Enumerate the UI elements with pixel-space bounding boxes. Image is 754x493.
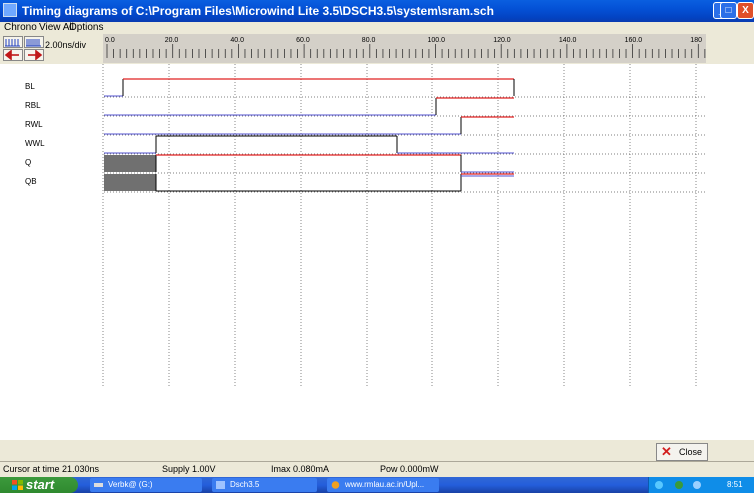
status-imax: Imax 0.080mA	[271, 464, 330, 474]
taskbar-item-browser[interactable]: www.rmlau.ac.in/Upl...	[327, 478, 439, 492]
start-button[interactable]: start	[0, 477, 78, 493]
ruler-tick-label: 140.0	[559, 37, 577, 44]
taskbar-item-drive[interactable]: Verbk@ (G:)	[90, 478, 202, 492]
time-scale-label: 2.00ns/div	[45, 40, 87, 50]
scroll-right-icon[interactable]	[24, 49, 44, 61]
status-supply: Supply 1.00V	[162, 464, 216, 474]
timing-diagram[interactable]	[0, 64, 754, 440]
system-tray: 8:51 PM	[648, 477, 754, 493]
menu-options[interactable]: Options	[69, 22, 103, 34]
signal-label-rbl: RBL	[25, 101, 41, 110]
maximize-button[interactable]: □	[720, 2, 737, 19]
ruler-tick-label: 60.0	[296, 37, 310, 44]
taskbar: start Verbk@ (G:) Dsch3.5 www.rmlau.ac.i…	[0, 477, 754, 493]
window-close-button[interactable]: X	[737, 2, 754, 19]
close-icon: ✕	[661, 444, 672, 459]
window-title: Timing diagrams of C:\Program Files\Micr…	[22, 4, 494, 18]
time-ruler: 0.0 20.0 40.0 60.0 80.0 100.0 120.0 140.0 160.0 1…	[103, 34, 706, 63]
start-label: start	[26, 477, 55, 492]
signal-label-q: Q	[25, 158, 32, 167]
network-icon[interactable]	[655, 481, 663, 489]
scroll-left-icon[interactable]	[3, 49, 23, 61]
bottom-panel	[0, 440, 754, 458]
menu-chrono[interactable]: Chrono	[4, 22, 37, 34]
title-bar: Timing diagrams of C:\Program Files\Micr…	[0, 0, 754, 22]
ruler-tick-label: 180	[690, 37, 702, 44]
trace-q-unknown	[104, 155, 156, 172]
status-power: Pow 0.000mW	[380, 464, 439, 474]
volume-icon[interactable]	[693, 481, 701, 489]
security-icon[interactable]	[675, 481, 683, 489]
taskbar-item-browser-label: www.rmlau.ac.in/Upl...	[345, 480, 425, 489]
ruler-tick-label: 160.0	[625, 37, 643, 44]
drive-icon	[94, 483, 103, 487]
signal-label-bl: BL	[25, 82, 35, 91]
zoom-in-icon[interactable]	[24, 36, 44, 48]
taskbar-item-dsch[interactable]: Dsch3.5	[212, 478, 317, 492]
menu-bar: Chrono View All Options	[0, 22, 754, 34]
signal-label-wwl: WWL	[25, 139, 45, 148]
status-cursor-time: Cursor at time 21.030ns	[3, 464, 100, 474]
status-bar: Cursor at time 21.030ns Supply 1.00V Ima…	[0, 461, 754, 477]
ruler-tick-label: 40.0	[230, 37, 244, 44]
ruler-scale: 0.0 20.0 40.0 60.0 80.0 100.0 120.0 140.0 160.0 1…	[105, 37, 706, 58]
ruler-tick-label: 100.0	[428, 37, 446, 44]
ruler-tick-label: 120.0	[493, 37, 511, 44]
timing-canvas: BL RBL RWL WWL Q QB	[0, 64, 754, 440]
ruler-tick-label: 0.0	[105, 37, 115, 44]
trace-qb-unknown	[104, 174, 156, 191]
ruler-tick-label: 20.0	[165, 37, 179, 44]
close-button-label: Close	[679, 447, 703, 457]
zoom-out-icon[interactable]	[3, 36, 23, 48]
taskbar-item-drive-label: Verbk@ (G:)	[108, 480, 153, 489]
app-icon	[3, 3, 17, 17]
signal-label-rwl: RWL	[25, 120, 43, 129]
browser-icon	[331, 481, 340, 489]
clock: 8:51 PM	[727, 480, 743, 489]
taskbar-item-dsch-label: Dsch3.5	[230, 480, 260, 489]
close-button[interactable]: ✕ Close	[656, 443, 708, 461]
windows-flag-icon	[12, 480, 23, 490]
ruler-tick-label: 80.0	[362, 37, 376, 44]
signal-label-qb: QB	[25, 177, 37, 186]
dsch-app-icon	[216, 481, 225, 489]
